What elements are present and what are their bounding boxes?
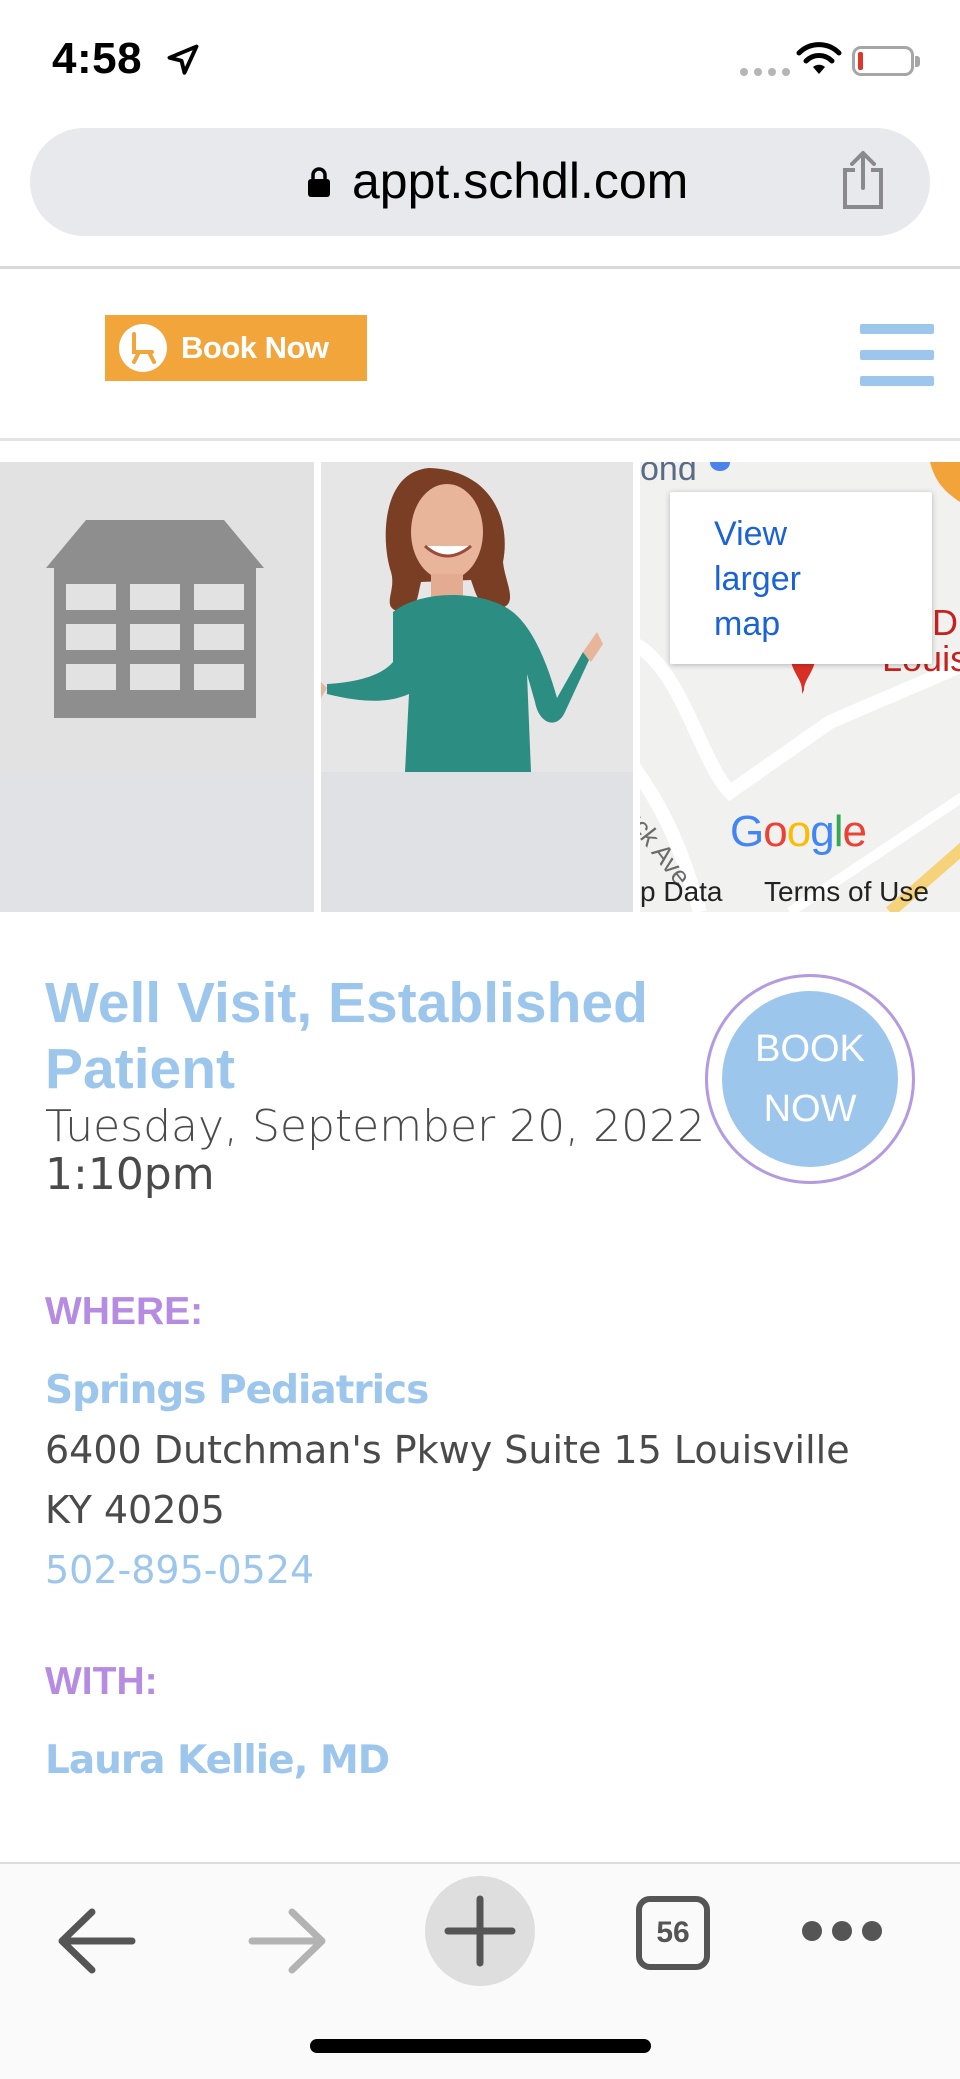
forward-button[interactable] [246,1904,328,1978]
provider-name-link[interactable]: Laura Kellie, MD [45,1738,390,1783]
appointment-details: Well Visit, Established Patient Tuesday,… [0,912,960,1862]
menu-icon[interactable] [860,324,934,386]
appointment-time: 1:10pm [45,1149,215,1200]
view-larger-map-link[interactable]: View larger map [714,512,824,647]
location-arrow-icon [167,44,199,75]
building-photo [0,462,314,912]
back-icon [58,1908,136,1974]
more-icon[interactable] [800,1916,884,1946]
appointment-title: Well Visit, Established Patient [45,971,648,1101]
map-footer: p Data Terms of Use [640,870,960,912]
book-now-logo[interactable]: Book Now [105,315,367,381]
chair-icon [119,324,167,372]
new-tab-icon [444,1895,516,1967]
provider-portrait [321,462,633,772]
home-indicator [310,2039,651,2053]
terms-of-use-link[interactable]: Terms of Use [764,876,929,908]
practice-address: 6400 Dutchman's Pkwy Suite 15 Louisville… [45,1428,850,1532]
address-bar[interactable]: appt.schdl.com [30,128,930,236]
practice-phone-link[interactable]: 502-895-0524 [45,1548,314,1592]
map-popup: View larger map [670,492,932,664]
cellular-signal-icon [740,68,790,76]
location-map[interactable]: ond D Louisv View larger map lluck Ave G… [640,462,960,912]
book-now-ring: BOOK NOW [705,974,915,1184]
site-header: Book Now [0,269,960,441]
practice-name-link[interactable]: Springs Pediatrics [45,1368,429,1413]
battery-icon [852,46,920,76]
status-bar: 4:58 [0,0,960,120]
logo-text: Book Now [181,330,329,365]
appointment-date: Tuesday, September 20, 2022 [45,1101,706,1152]
google-logo: Google [730,807,867,856]
share-icon[interactable] [838,150,888,210]
wifi-icon [796,42,842,74]
map-road-label: ond [640,462,697,488]
where-label: WHERE: [45,1290,204,1333]
new-tab-button[interactable] [425,1876,535,1986]
book-now-button[interactable]: BOOK NOW [722,991,898,1167]
url-text: appt.schdl.com [352,153,689,209]
tabs-button[interactable]: 56 [636,1896,710,1970]
map-data-link[interactable]: p Data [640,876,723,908]
lock-icon [308,167,330,197]
forward-icon [248,1908,326,1974]
provider-photo [321,462,633,912]
with-label: WITH: [45,1660,158,1703]
building-icon [46,520,264,718]
back-button[interactable] [56,1904,138,1978]
image-gallery: ond D Louisv View larger map lluck Ave G… [0,462,960,912]
status-time: 4:58 [52,34,143,83]
